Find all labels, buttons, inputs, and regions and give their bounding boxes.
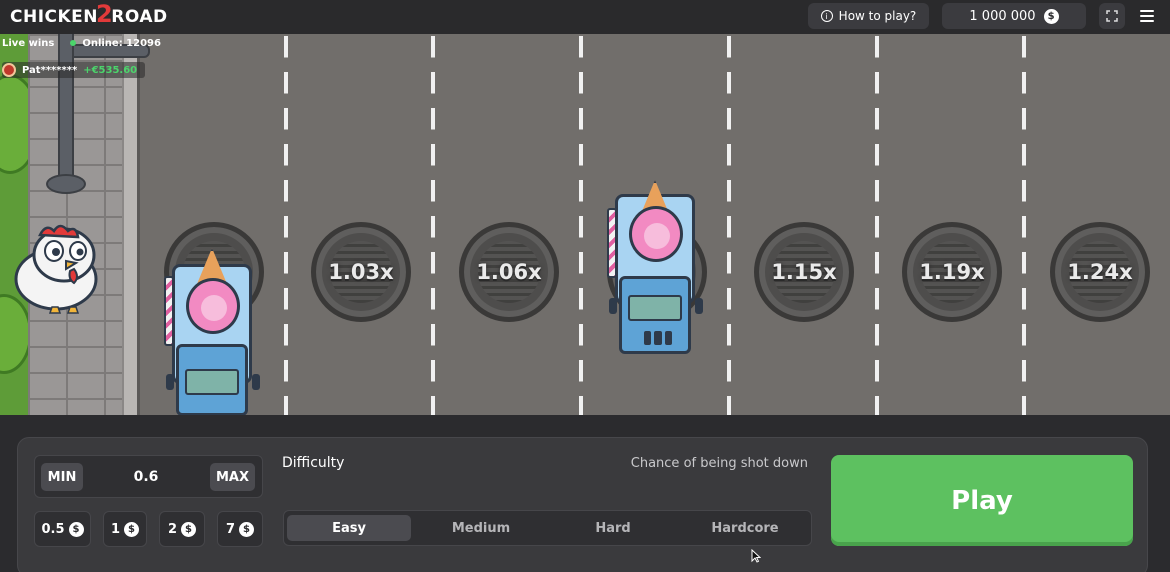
difficulty-selector: Easy Medium Hard Hardcore: [283, 510, 812, 546]
how-to-play-button[interactable]: i How to play?: [808, 3, 929, 29]
fullscreen-icon: [1106, 10, 1118, 22]
multiplier-label: 1.03x: [328, 260, 394, 284]
mouse-cursor-icon: [751, 549, 761, 563]
balance-value: 1 000 000: [969, 8, 1036, 24]
how-to-play-label: How to play?: [838, 9, 917, 23]
bet-amount-input[interactable]: [110, 463, 182, 491]
lamp-base: [46, 174, 86, 194]
top-bar: CHICKEN 2 ROAD i How to play? 1 000 000 …: [0, 0, 1170, 34]
menu-button[interactable]: [1135, 5, 1159, 27]
logo: CHICKEN 2 ROAD: [10, 0, 168, 30]
info-icon: i: [820, 10, 833, 22]
live-wins-header: Live wins Online: 12096: [2, 38, 161, 49]
tab-hardcore[interactable]: Hardcore: [683, 515, 807, 541]
max-bet-button[interactable]: MAX: [210, 463, 255, 491]
chicken-icon: [14, 224, 98, 314]
lane-divider: [1022, 34, 1026, 415]
lane-manhole[interactable]: 1.06x: [459, 222, 559, 322]
multiplier-label: 1.15x: [771, 260, 837, 284]
lane-divider: [431, 34, 435, 415]
lane-manhole[interactable]: 1.19x: [902, 222, 1002, 322]
lane-divider: [284, 34, 288, 415]
dollar-coin-icon: $: [1043, 8, 1059, 24]
curb: [122, 34, 140, 415]
live-win-entry: Pat******* +€535.60: [2, 62, 146, 78]
play-button[interactable]: Play: [831, 455, 1133, 546]
logo-text-road: ROAD: [111, 7, 168, 27]
lane-divider: [727, 34, 731, 415]
ice-cream-truck: [607, 180, 703, 358]
road-scene: Live wins Online: 12096 Pat******* +€535…: [0, 34, 1170, 415]
quick-bet-button[interactable]: 1 $: [103, 511, 147, 547]
lane-manhole[interactable]: 1.15x: [754, 222, 854, 322]
game-app: CHICKEN 2 ROAD i How to play? 1 000 000 …: [0, 0, 1170, 572]
multiplier-label: 1.24x: [1067, 260, 1133, 284]
avatar: [2, 63, 16, 77]
dollar-coin-icon: $: [181, 521, 197, 537]
chance-label: Chance of being shot down: [630, 456, 808, 471]
logo-number: 2: [96, 0, 114, 28]
lane-manhole[interactable]: 1.03x: [311, 222, 411, 322]
menu-icon: [1140, 10, 1154, 12]
quick-bet-button[interactable]: 0.5 $: [34, 511, 91, 547]
win-amount: +€535.60: [83, 64, 138, 76]
tab-easy[interactable]: Easy: [287, 515, 411, 541]
dollar-coin-icon: $: [124, 521, 140, 537]
tab-hard[interactable]: Hard: [551, 515, 675, 541]
live-wins-label: Live wins: [2, 38, 55, 49]
lamp-post: [58, 34, 74, 184]
logo-text-chicken: CHICKEN: [10, 7, 99, 27]
multiplier-label: 1.19x: [919, 260, 985, 284]
online-dot-icon: [70, 40, 77, 46]
lane-divider: [875, 34, 879, 415]
ice-cream-truck: [164, 246, 260, 415]
tab-medium[interactable]: Medium: [419, 515, 543, 541]
quick-bet-button[interactable]: 2 $: [159, 511, 205, 547]
lane-divider: [579, 34, 583, 415]
min-bet-button[interactable]: MIN: [41, 463, 83, 491]
dollar-coin-icon: $: [239, 521, 255, 537]
multiplier-label: 1.06x: [476, 260, 542, 284]
balance-display: 1 000 000 $: [942, 3, 1086, 29]
online-count: Online: 12096: [70, 38, 161, 49]
fullscreen-button[interactable]: [1099, 3, 1125, 29]
quick-bet-button[interactable]: 7 $: [217, 511, 263, 547]
dollar-coin-icon: $: [68, 521, 84, 537]
lane-manhole[interactable]: 1.24x: [1050, 222, 1150, 322]
player-name: Pat*******: [22, 64, 78, 76]
difficulty-label: Difficulty: [282, 455, 345, 471]
